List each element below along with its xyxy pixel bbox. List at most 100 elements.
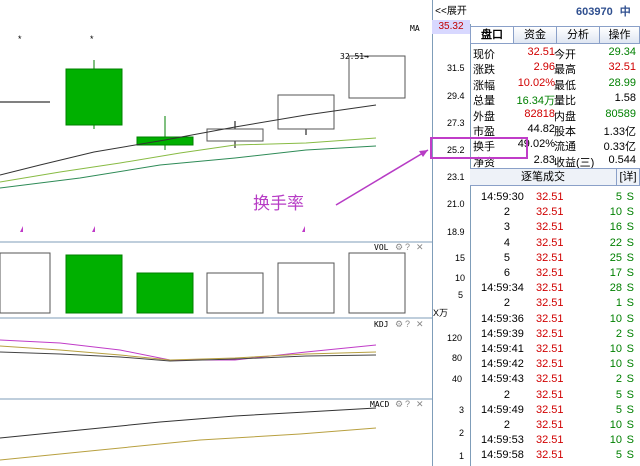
trade-side: S (626, 191, 634, 203)
trade-volume: 5 (615, 191, 622, 203)
quote-value: 2.83 (533, 153, 555, 166)
trade-price: 32.51 (536, 267, 564, 279)
quote-label: 总量 (473, 95, 495, 108)
trade-price: 32.51 (536, 236, 564, 249)
trade-row: 14:59:30 32.51 5 S (470, 191, 640, 206)
vol-label: VOL (374, 243, 389, 252)
trade-volume: 25 (609, 251, 622, 264)
trade-price: 32.51 (536, 388, 564, 401)
tab-bar: 盘口 资金 分析 操作 (470, 26, 640, 44)
kdj-tick: 80 (452, 353, 462, 363)
trade-time: 2 (503, 206, 510, 219)
macd-tick: 3 (459, 405, 464, 415)
volume-bar (65, 254, 123, 314)
tab-caozuo[interactable]: 操作 (599, 26, 640, 44)
trade-price: 32.51 (536, 373, 564, 386)
trade-price: 32.51 (536, 221, 564, 234)
quote-label: 今开 (554, 49, 576, 61)
gear-icon: ⚙ (395, 242, 403, 252)
price-tick: 27.3 (447, 118, 465, 128)
trades-detail-link[interactable]: [详] (616, 168, 640, 186)
top-price-tag: 35.32 (432, 20, 470, 34)
help-icon: ? (405, 319, 410, 329)
vol-tick: 10 (455, 273, 465, 283)
trade-time: 14:59:58 (481, 449, 524, 462)
kdj-line (0, 345, 377, 361)
trade-time: 14:59:30 (481, 191, 524, 203)
trade-price: 32.51 (536, 449, 564, 462)
quote-value: 32.51 (527, 46, 555, 58)
trade-volume: 10 (609, 358, 622, 371)
trade-side: S (626, 388, 634, 401)
macd-label: MACD (370, 400, 389, 409)
trade-volume: 2 (615, 327, 622, 340)
expand-button[interactable]: <<展开 (432, 2, 470, 18)
volume-bar (136, 272, 194, 314)
trade-side: S (626, 373, 634, 386)
trade-row: 3 32.51 16 S (470, 221, 640, 236)
vol-tick: 15 (455, 253, 465, 263)
trade-volume: 10 (609, 206, 622, 219)
tab-fenxi[interactable]: 分析 (556, 26, 600, 44)
close-icon: ✕ (416, 399, 424, 409)
price-scale: 31.5 29.4 27.3 25.2 23.1 21.0 18.9 15 10… (432, 0, 470, 466)
trade-volume: 5 (615, 388, 622, 401)
marker-icon (92, 226, 95, 232)
quote-label: 外盘 (473, 110, 495, 123)
quote-value: 2.96 (533, 61, 555, 74)
quote-value: 82818 (524, 107, 555, 120)
trade-time: 14:59:42 (481, 358, 524, 371)
trade-volume: 5 (615, 403, 622, 416)
trade-price: 32.51 (536, 251, 564, 264)
quote-value: 1.33亿 (603, 126, 636, 138)
trade-row: 14:59:43 32.51 2 S (470, 373, 640, 388)
price-tick: 29.4 (447, 91, 465, 101)
annotation-text: 换手率 (253, 194, 304, 214)
trade-price: 32.51 (536, 403, 564, 416)
trade-time: 14:59:39 (481, 327, 524, 340)
tab-pankou[interactable]: 盘口 (470, 26, 514, 44)
candle-body (65, 68, 123, 126)
help-icon: ? (405, 399, 410, 409)
quote-value: 29.34 (608, 46, 636, 58)
quote-value: 28.99 (608, 76, 636, 89)
trade-side: S (626, 236, 634, 249)
trade-time: 2 (503, 419, 510, 431)
trade-side: S (626, 358, 634, 371)
mark-star: * (90, 34, 94, 44)
trade-price: 32.51 (536, 191, 564, 203)
tab-zijin[interactable]: 资金 (513, 26, 557, 44)
kline-chart-panel[interactable]: * * MA 32.51→ VOL ⚙ ? ✕ KDJ ⚙ ? ✕ MACD ⚙… (0, 0, 432, 466)
price-tick: 21.0 (447, 199, 465, 209)
kline-chart[interactable]: * * MA 32.51→ VOL ⚙ ? ✕ KDJ ⚙ ? ✕ MACD ⚙… (0, 0, 432, 466)
quote-label: 最高 (554, 64, 576, 77)
quote-value: 0.33亿 (603, 141, 636, 154)
stock-code: 603970 (576, 6, 613, 18)
price-tick: 31.5 (447, 63, 465, 73)
trade-side: S (626, 327, 634, 340)
volume-bar (206, 272, 264, 314)
volume-bar (277, 262, 335, 314)
stock-header: 603970 中农 (470, 0, 640, 42)
quote-value: 1.58 (614, 92, 636, 105)
trade-time: 14:59:53 (481, 434, 524, 447)
quote-label: 流通 (554, 141, 576, 154)
quote-value: 16.34万 (516, 95, 555, 108)
trade-price: 32.51 (536, 358, 564, 371)
trade-time: 14:59:36 (481, 312, 524, 325)
trade-row: 14:59:53 32.51 10 S (470, 434, 640, 449)
trade-volume: 10 (609, 434, 622, 447)
trade-volume: 10 (609, 419, 622, 431)
trade-side: S (626, 343, 634, 355)
trade-volume: 16 (609, 221, 622, 234)
quote-label: 最低 (554, 79, 576, 92)
macd-tick: 2 (459, 428, 464, 438)
trade-row: 14:59:49 32.51 5 S (470, 404, 640, 419)
trade-side: S (626, 282, 634, 295)
trade-row: 2 32.51 5 S (470, 389, 640, 404)
trade-side: S (626, 419, 634, 431)
trade-price: 32.51 (536, 327, 564, 340)
quote-value: 32.51 (608, 61, 636, 74)
close-icon: ✕ (416, 242, 424, 252)
trade-row: 14:59:41 32.51 10 S (470, 343, 640, 358)
